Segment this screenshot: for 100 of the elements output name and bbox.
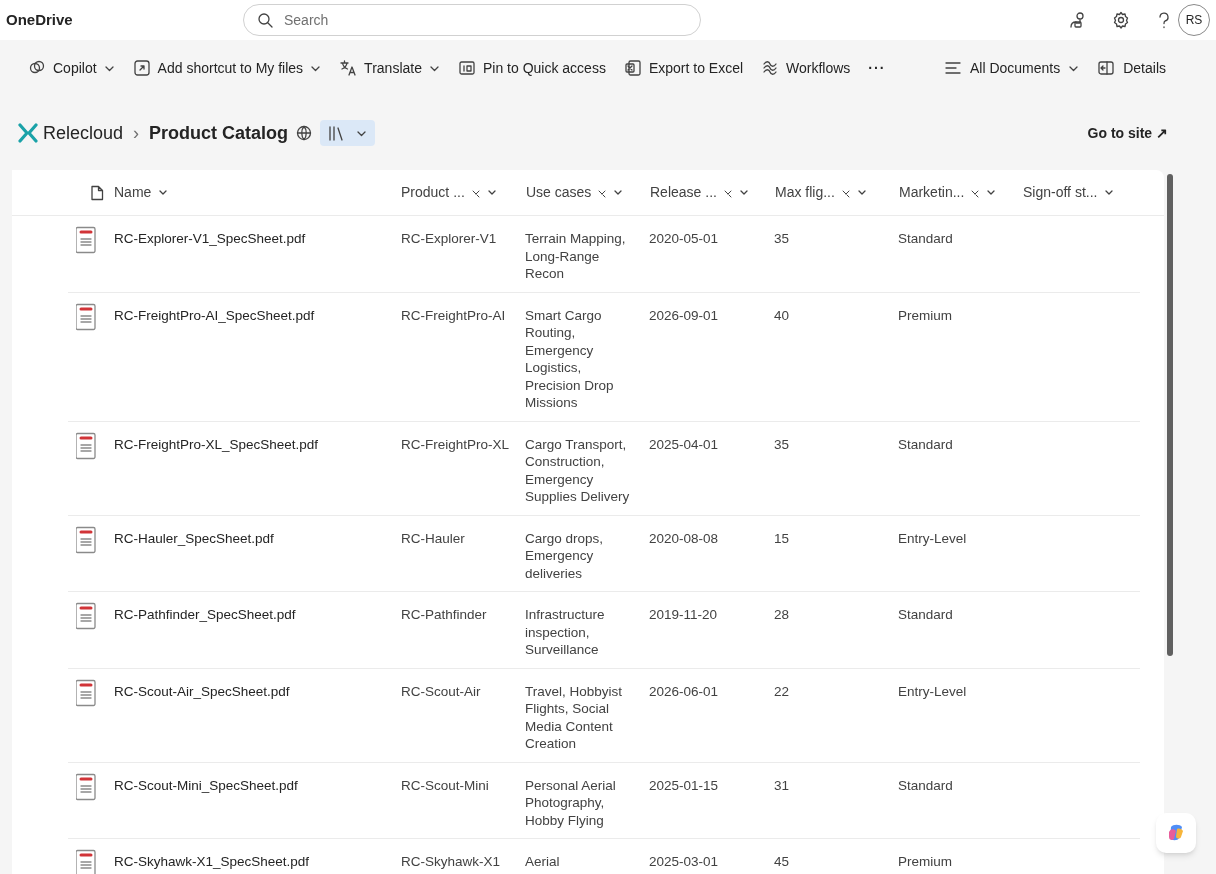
panel-icon: [1097, 59, 1116, 77]
table-cell-text: Cargo Transport, Construction, Emergency Supplies Delivery: [525, 435, 631, 506]
command-button[interactable]: Pin to Quick access: [457, 52, 606, 84]
file-name[interactable]: RC-Skyhawk-X1_SpecSheet.pdf: [114, 854, 310, 869]
file-name[interactable]: RC-Hauler_SpecSheet.pdf: [114, 530, 274, 546]
pdf-file-icon: [76, 602, 98, 630]
library-title: Product Catalog: [149, 121, 289, 145]
settings-icon: [1112, 11, 1130, 29]
copilot-button[interactable]: [1156, 813, 1196, 853]
pdf-file-icon: [76, 226, 98, 254]
details-button[interactable]: Details: [1097, 57, 1166, 79]
table-cell: Premium: [898, 307, 952, 323]
table-cell: 45: [774, 854, 790, 869]
table-cell-text: Aerial: [525, 853, 561, 871]
command-button[interactable]: Translate: [339, 52, 440, 84]
chevron-down-icon: [613, 188, 623, 197]
table-cell: Entry-Level: [898, 530, 967, 546]
table-cell: 2020-08-08: [649, 530, 719, 546]
globe-icon: [296, 125, 313, 141]
chevron-down-icon: [986, 188, 996, 197]
share-icon: [1069, 11, 1086, 29]
pdf-file-icon: [76, 525, 98, 554]
table-cell-text: Terrain Mapping, Long-Range Recon: [525, 230, 627, 283]
pdf-file-icon: [76, 302, 98, 331]
column-header[interactable]: Sign-off st...: [1023, 182, 1143, 203]
table-cell: Standard: [898, 607, 953, 622]
table-cell: RC-Scout-Mini: [401, 777, 489, 793]
command-button[interactable]: Workflows: [761, 52, 851, 84]
table-cell: Standard: [898, 436, 953, 452]
column-header[interactable]: Max flig...: [775, 182, 899, 203]
pdf-file-icon: [76, 678, 98, 707]
go-to-site-link[interactable]: Go to site ↗: [1087, 122, 1168, 144]
column-header[interactable]: Use cases: [526, 182, 650, 203]
pdf-file-icon: [76, 431, 98, 460]
chevron-down-icon: [738, 188, 748, 197]
file-name[interactable]: RC-Scout-Air_SpecSheet.pdf: [114, 683, 290, 699]
spreadsheet-icon: [623, 59, 642, 77]
chevron-down-icon: [158, 188, 168, 197]
command-button[interactable]: Add shortcut to My files: [132, 52, 322, 84]
site-link[interactable]: Relecloud: [43, 119, 124, 147]
scrollbar-thumb[interactable]: [1167, 174, 1173, 656]
table-cell: RC-Skyhawk-X1: [401, 854, 501, 869]
table-cell: 40: [774, 307, 790, 323]
table-cell: Entry-Level: [898, 683, 967, 699]
column-header[interactable]: Name: [114, 182, 401, 203]
file-name[interactable]: RC-FreightPro-AI_SpecSheet.pdf: [114, 307, 315, 323]
view-button[interactable]: All Documents: [943, 57, 1080, 79]
more-button[interactable]: ···: [868, 57, 886, 79]
pin-board-icon: [457, 59, 476, 77]
table-cell: 22: [774, 683, 790, 699]
table-cell: 2025-04-01: [649, 436, 719, 452]
file-name[interactable]: RC-Explorer-V1_SpecSheet.pdf: [114, 231, 306, 246]
chevron-down-icon: [1104, 188, 1114, 197]
app-title[interactable]: OneDrive: [6, 8, 243, 32]
table-cell: Standard: [898, 777, 953, 793]
logo-icon: [18, 123, 38, 143]
table-cell-text: Smart Cargo Routing, Emergency Logistics, Precision Drop Missions: [525, 306, 615, 412]
library-icon: [328, 124, 345, 142]
table-cell: RC-Hauler: [401, 530, 465, 546]
file-name[interactable]: RC-Pathfinder_SpecSheet.pdf: [114, 607, 296, 622]
search-field[interactable]: Search: [243, 4, 701, 36]
table-cell: 28: [774, 607, 790, 622]
table-cell: RC-FreightPro-AI: [401, 307, 506, 323]
search-icon: [257, 12, 273, 28]
breadcrumb-separator: ›: [133, 121, 140, 145]
table-cell: 2025-01-15: [649, 777, 719, 793]
command-button[interactable]: Copilot: [28, 52, 115, 84]
list-icon: [943, 59, 962, 77]
pdf-file-icon: [76, 772, 98, 801]
chevron-down-icon: [486, 188, 496, 197]
user-avatar[interactable]: RS: [1178, 4, 1210, 36]
table-cell: RC-Explorer-V1: [401, 231, 497, 246]
table-cell: Standard: [898, 231, 953, 246]
shortcut-icon: [132, 59, 151, 77]
table-cell: 2026-06-01: [649, 683, 719, 699]
table-cell: 2026-09-01: [649, 307, 719, 323]
column-header[interactable]: Product ...: [401, 182, 526, 203]
file-name[interactable]: RC-Scout-Mini_SpecSheet.pdf: [114, 777, 298, 793]
table-cell-text: Personal Aerial Photography, Hobby Flying: [525, 776, 617, 829]
file-name[interactable]: RC-FreightPro-XL_SpecSheet.pdf: [114, 436, 319, 452]
table-cell: Premium: [898, 854, 952, 869]
table-cell-text: Cargo drops, Emergency deliveries: [525, 529, 605, 582]
table-cell: 35: [774, 231, 790, 246]
table-cell: RC-Pathfinder: [401, 607, 487, 622]
column-header[interactable]: Release ...: [650, 182, 775, 203]
table-cell: 35: [774, 436, 790, 452]
table-cell-text: Travel, Hobbyist Flights, Social Media Content Creation: [525, 682, 624, 753]
table-cell-text: Infrastructure inspection, Surveillance: [525, 606, 606, 659]
copilot-icon: [1166, 823, 1186, 843]
table-cell: 31: [774, 777, 790, 793]
translate-icon: [339, 59, 358, 77]
help-icon: [1156, 11, 1170, 29]
command-button[interactable]: Export to Excel: [623, 52, 744, 84]
table-cell: RC-Scout-Air: [401, 683, 481, 699]
table-cell: 15: [774, 530, 790, 546]
chevron-down-icon: [856, 188, 866, 197]
table-cell: 2020-05-01: [649, 231, 719, 246]
file-icon: [90, 184, 104, 201]
column-header[interactable]: Marketin...: [899, 182, 1023, 203]
library-view-button[interactable]: [320, 120, 376, 146]
